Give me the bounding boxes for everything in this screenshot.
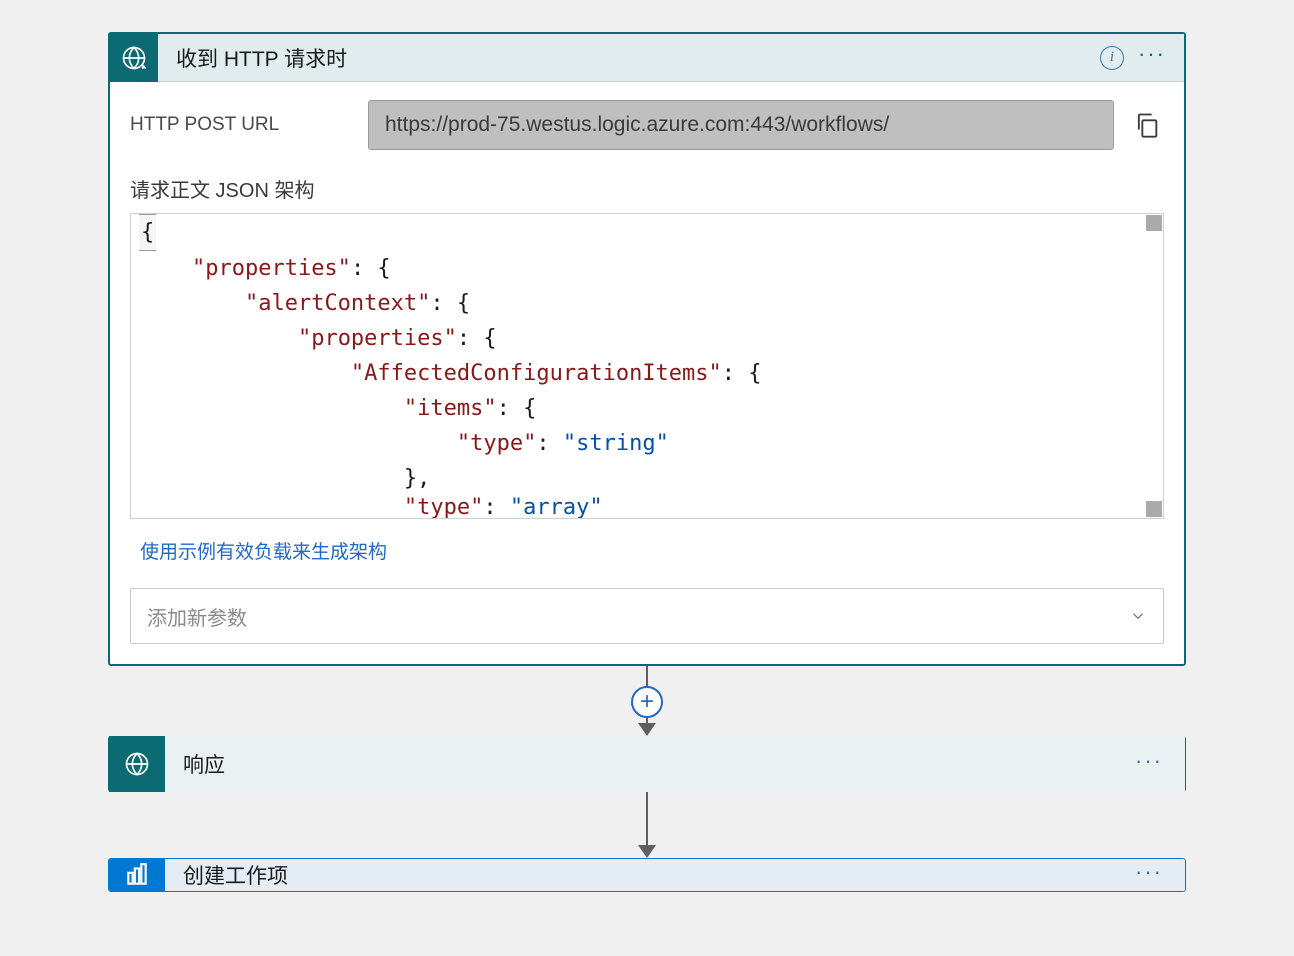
trigger-body: HTTP POST URL https://prod-75.westus.log…: [110, 82, 1184, 664]
url-value: https://prod-75.westus.logic.azure.com:4…: [368, 100, 1114, 150]
devops-icon: [109, 858, 165, 892]
connector-1: +: [108, 666, 1186, 736]
http-globe-icon: [110, 34, 158, 82]
url-row: HTTP POST URL https://prod-75.westus.log…: [130, 100, 1164, 150]
http-globe-icon: [109, 736, 165, 792]
chevron-down-icon: [1129, 607, 1147, 625]
copy-url-button[interactable]: [1130, 108, 1164, 142]
trigger-card: 收到 HTTP 请求时 i ··· HTTP POST URL https://…: [108, 32, 1186, 666]
connector-2: [108, 792, 1186, 858]
trigger-more-menu[interactable]: ···: [1138, 43, 1166, 73]
trigger-title: 收到 HTTP 请求时: [158, 43, 1100, 73]
trigger-header[interactable]: 收到 HTTP 请求时 i ···: [110, 34, 1184, 82]
response-card[interactable]: 响应 ···: [108, 736, 1186, 792]
workitem-more-menu[interactable]: ···: [1135, 859, 1185, 891]
json-schema-editor[interactable]: { "properties": { "alertContext": { "pro…: [130, 213, 1164, 519]
add-step-button[interactable]: +: [631, 686, 663, 718]
schema-label: 请求正文 JSON 架构: [130, 174, 1164, 203]
url-label: HTTP POST URL: [130, 114, 368, 136]
response-more-menu[interactable]: ···: [1135, 748, 1185, 780]
use-sample-payload-link[interactable]: 使用示例有效负载来生成架构: [140, 537, 387, 564]
workitem-card[interactable]: 创建工作项 ···: [108, 858, 1186, 892]
add-parameter-select[interactable]: 添加新参数: [130, 588, 1164, 644]
info-icon[interactable]: i: [1100, 46, 1124, 70]
add-parameter-placeholder: 添加新参数: [147, 602, 247, 631]
response-title: 响应: [165, 749, 1135, 779]
workitem-title: 创建工作项: [165, 860, 1135, 890]
